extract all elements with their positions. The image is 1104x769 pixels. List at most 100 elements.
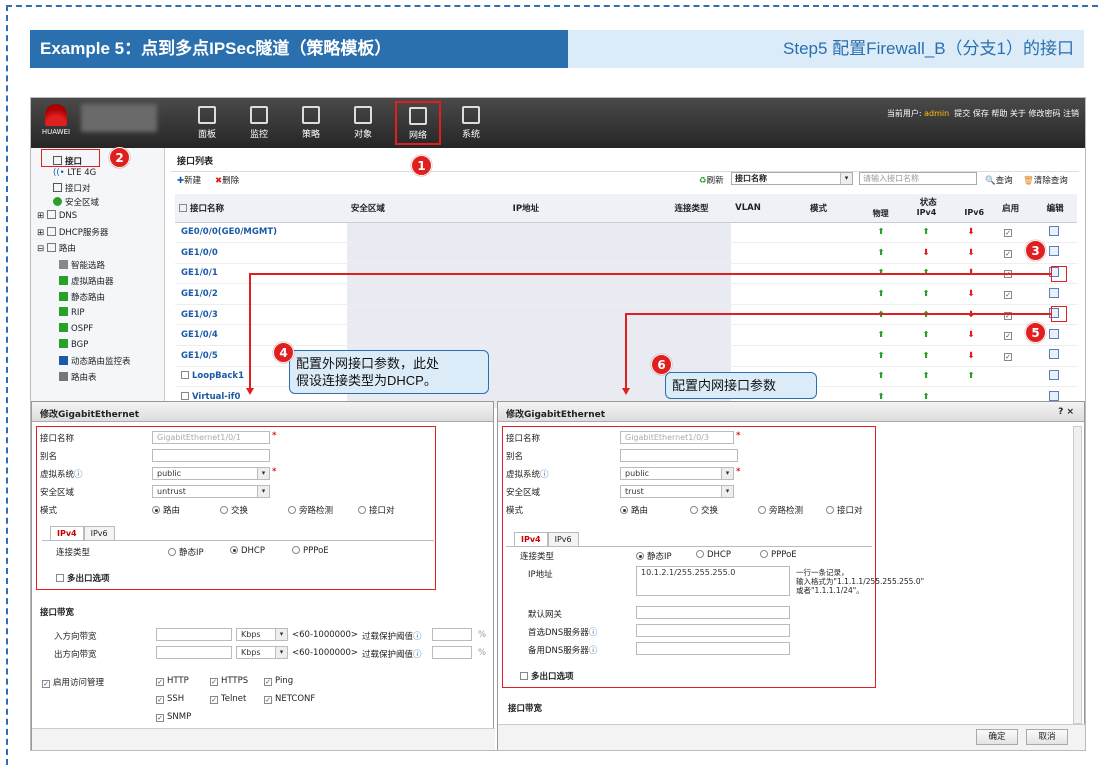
enable-checkbox[interactable]: ✓ (1004, 291, 1013, 300)
enable-checkbox[interactable]: ✓ (1004, 249, 1013, 258)
out-overload-field[interactable] (432, 646, 472, 659)
edit-icon[interactable] (1048, 287, 1059, 298)
interface-list-title: 接口列表 (171, 150, 1079, 172)
sidebar-item-route-table[interactable]: 路由表 (59, 371, 97, 383)
in-bw-unit-select[interactable]: Kbps ▾ (236, 628, 288, 641)
cancel-button[interactable]: 取消 (1026, 729, 1068, 745)
new-button[interactable]: ✚新建 (177, 174, 201, 186)
menu-dashboard[interactable]: 面板 (187, 102, 227, 140)
sidebar-item-dhcp[interactable]: ⊞ DHCP服务器 (37, 226, 108, 238)
object-icon (354, 106, 372, 124)
edit-icon[interactable] (1048, 225, 1059, 236)
table-row[interactable]: GE1/0/0 ⬆ ⬇ ⬇ ✓ (175, 242, 1077, 264)
svc-https-checkbox[interactable]: ✓ HTTPS (210, 676, 248, 686)
highlight-box-interface (41, 149, 100, 167)
edit-icon[interactable] (1048, 328, 1059, 339)
svc-netconf-checkbox[interactable]: ✓ NETCONF (264, 694, 315, 704)
table-row[interactable]: GE1/0/2 ⬆ ⬆ ⬇ ✓ (175, 283, 1077, 305)
interface-name[interactable]: GE1/0/5 (181, 351, 218, 361)
sidebar-item-virtual-router[interactable]: 虚拟路由器 (59, 275, 114, 287)
sidebar: 接口 ((• LTE 4G 接口对 安全区域 ⊞ DNS ⊞ DHCP服务器 ⊟… (31, 148, 165, 401)
svc-ping-checkbox[interactable]: ✓ Ping (264, 676, 293, 686)
row-checkbox[interactable] (181, 371, 189, 380)
in-pct: % (478, 630, 487, 640)
select-all-checkbox[interactable] (179, 203, 187, 212)
sidebar-item-dns[interactable]: ⊞ DNS (37, 210, 77, 221)
dialog-title: 修改GigabitEthernet (32, 402, 493, 422)
conn-cell (670, 304, 732, 326)
clear-query-button[interactable]: 🗑清除查询 (1023, 174, 1068, 186)
ip-cell (508, 222, 671, 244)
filter-select[interactable]: 接口名称 ▾ (731, 172, 853, 185)
search-input[interactable]: 请输入接口名称 (859, 172, 977, 185)
enable-checkbox[interactable]: ✓ (1004, 229, 1013, 238)
row-checkbox[interactable] (181, 392, 189, 401)
in-bw-field[interactable] (156, 628, 232, 641)
menu-network[interactable]: 网络 (395, 101, 441, 145)
sidebar-item-dyn-route-monitor[interactable]: 动态路由监控表 (59, 355, 131, 367)
edit-icon[interactable] (1048, 390, 1059, 401)
vlan-cell (731, 345, 806, 367)
menu-system[interactable]: 系统 (451, 102, 491, 140)
sidebar-item-route[interactable]: ⊟ 路由 (37, 242, 76, 254)
enable-checkbox[interactable]: ✓ (1004, 352, 1013, 361)
dialog-footer (32, 728, 495, 750)
help-icon: ⓘ (413, 650, 422, 660)
sidebar-item-lte[interactable]: ((• LTE 4G (53, 168, 96, 178)
menu-object[interactable]: 对象 (343, 102, 383, 140)
in-overload-field[interactable] (432, 628, 472, 641)
refresh-button[interactable]: ♻刷新 (699, 174, 724, 186)
interface-name[interactable]: GE1/0/0 (181, 248, 218, 258)
table-row[interactable]: GE0/0/0(GE0/MGMT) ⬆ ⬆ ⬇ ✓ (175, 222, 1077, 244)
delete-button[interactable]: ✖删除 (215, 174, 239, 186)
sidebar-item-bgp[interactable]: BGP (59, 339, 88, 350)
ok-button[interactable]: 确定 (976, 729, 1018, 745)
interface-name[interactable]: GE1/0/3 (181, 310, 218, 320)
interface-name[interactable]: LoopBack1 (192, 371, 244, 381)
top-links[interactable]: 当前用户: admin 提交 保存 帮助 关于 修改密码 注销 (887, 108, 1079, 119)
status-down-icon: ⬇ (967, 289, 975, 300)
out-bw-label: 出方向带宽 (54, 650, 97, 660)
out-overload-label: 过载保护阈值ⓘ (362, 650, 422, 660)
sidebar-item-smart-route[interactable]: 智能选路 (59, 259, 105, 271)
svc-ssh-checkbox[interactable]: ✓ SSH (156, 694, 184, 704)
menu-monitor[interactable]: 监控 (239, 102, 279, 140)
interface-name[interactable]: GE1/0/4 (181, 330, 218, 340)
enable-checkbox[interactable]: ✓ (1004, 332, 1013, 341)
sidebar-item-security-zone[interactable]: 安全区域 (53, 196, 99, 208)
vlan-cell (731, 242, 806, 264)
arrow-down-icon (246, 388, 254, 395)
out-bw-field[interactable] (156, 646, 232, 659)
system-icon (462, 106, 480, 124)
out-bw-unit-select[interactable]: Kbps ▾ (236, 646, 288, 659)
svc-http-checkbox[interactable]: ✓ HTTP (156, 676, 189, 686)
dialog-scrollbar[interactable] (1073, 426, 1082, 724)
interface-name[interactable]: GE0/0/0(GE0/MGMT) (181, 227, 277, 237)
close-icon[interactable]: ? × (1058, 407, 1074, 417)
edit-icon[interactable] (1048, 349, 1059, 360)
svc-snmp-checkbox[interactable]: ✓ SNMP (156, 712, 191, 722)
highlight-box-lan (502, 426, 876, 688)
col-mode: 模式 (805, 194, 859, 223)
sidebar-item-interface-pair[interactable]: 接口对 (53, 182, 91, 194)
status-up-icon: ⬆ (877, 309, 885, 320)
interface-name[interactable]: GE1/0/1 (181, 268, 218, 278)
status-down-icon: ⬇ (967, 247, 975, 258)
conn-cell (670, 283, 732, 305)
sidebar-item-rip[interactable]: RIP (59, 307, 85, 318)
interface-name[interactable]: GE1/0/2 (181, 289, 218, 299)
sidebar-item-static-route[interactable]: 静态路由 (59, 291, 105, 303)
svc-telnet-checkbox[interactable]: ✓ Telnet (210, 694, 246, 704)
enable-cell: ✓ (998, 283, 1043, 305)
menu-policy[interactable]: 策略 (291, 102, 331, 140)
edit-icon[interactable] (1048, 246, 1059, 257)
access-mgmt-checkbox[interactable]: ✓ 启用访问管理 (42, 676, 104, 688)
dashboard-icon (198, 106, 216, 124)
edit-icon[interactable] (1048, 369, 1059, 380)
query-button[interactable]: 🔍查询 (985, 174, 1013, 186)
chevron-down-icon: ▾ (840, 173, 852, 184)
edit-dialog-lan: 修改GigabitEthernet? × 接口名称 GigabitEtherne… (497, 401, 1085, 750)
sidebar-item-ospf[interactable]: OSPF (59, 323, 93, 334)
status-up-icon: ⬆ (877, 289, 885, 300)
ip-cell (508, 345, 671, 367)
